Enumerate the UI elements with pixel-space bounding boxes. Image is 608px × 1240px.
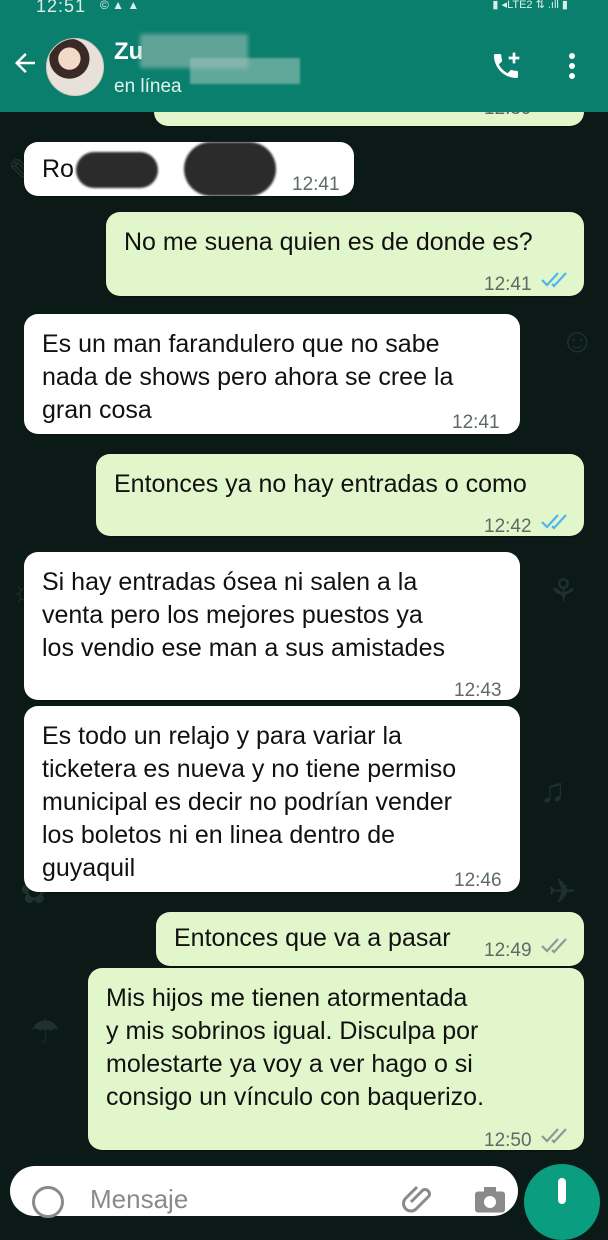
- status-time: 12:51: [36, 0, 87, 16]
- message-time: 12:46: [454, 870, 502, 891]
- message-bubble-incoming[interactable]: Si hay entradas ósea ni salen a la venta…: [24, 552, 520, 701]
- message-bubble-outgoing[interactable]: Mis hijos me tienen atormentada y mis so…: [88, 968, 584, 1151]
- message-time: 12:41: [452, 412, 500, 433]
- paperclip-icon[interactable]: [402, 1184, 438, 1214]
- message-bubble-incoming[interactable]: Ro Ba 12:41: [24, 142, 354, 196]
- chat-area[interactable]: ✎ ☺ ☼ ⚘ ✿ ♫ ☂ ✈ 12:39 Ro Ba 12:41 No me …: [0, 112, 608, 1162]
- message-text: Es un man farandulero que no sabe nada d…: [42, 330, 454, 424]
- message-composer: Mensaje: [0, 1162, 608, 1240]
- redacted-text-block: [184, 142, 276, 196]
- contact-status: en línea: [114, 76, 182, 97]
- message-bubble-outgoing[interactable]: No me suena quien es de donde es? 12:41: [106, 212, 584, 296]
- message-bubble-outgoing[interactable]: 12:39: [154, 112, 584, 126]
- message-bubble-incoming[interactable]: Es todo un relajo y para variar la ticke…: [24, 706, 520, 892]
- arrow-left-icon[interactable]: [10, 48, 40, 78]
- message-time: 12:43: [454, 680, 502, 701]
- message-text: Entonces ya no hay entradas o como: [114, 470, 527, 498]
- avatar[interactable]: [46, 38, 104, 96]
- wallpaper-doodle: ☺: [560, 322, 595, 360]
- message-text: No me suena quien es de donde es?: [124, 228, 533, 256]
- status-bar: 12:51 © ▲ ▲ ▮ ◂LTE2 ⇅ .ıll ▮: [0, 0, 608, 20]
- wallpaper-doodle: ✈: [548, 873, 577, 911]
- read-ticks-icon: [541, 514, 567, 530]
- contact-name[interactable]: Zu: [114, 38, 143, 66]
- camera-icon[interactable]: [472, 1184, 508, 1214]
- message-bubble-outgoing[interactable]: Entonces ya no hay entradas o como 12:42: [96, 454, 584, 537]
- emoji-icon[interactable]: [32, 1186, 64, 1218]
- delivered-ticks-icon: [541, 1128, 567, 1144]
- message-time: 12:41: [484, 274, 532, 295]
- wallpaper-doodle: ⚘: [548, 573, 579, 611]
- delivered-ticks-icon: [541, 938, 567, 954]
- wallpaper-doodle: ☂: [30, 1013, 61, 1051]
- mic-button[interactable]: [524, 1164, 600, 1240]
- message-text: Mis hijos me tienen atormentada y mis so…: [106, 984, 485, 1111]
- redacted-text-block: [76, 152, 158, 188]
- notification-icons: © ▲ ▲: [100, 0, 140, 12]
- message-time: 12:49: [484, 940, 532, 961]
- chat-header: Zu en línea: [0, 20, 608, 112]
- message-bubble-outgoing[interactable]: Entonces que va a pasar 12:49: [156, 912, 584, 966]
- message-text: Es todo un relajo y para variar la ticke…: [42, 722, 457, 882]
- message-time: 12:42: [484, 516, 532, 537]
- read-ticks-icon: [541, 272, 567, 288]
- add-call-icon[interactable]: [490, 50, 522, 82]
- signal-icons: ▮ ◂LTE2 ⇅ .ıll ▮: [492, 0, 568, 11]
- redacted-name-block: [190, 58, 300, 84]
- message-text: Entonces que va a pasar: [174, 924, 451, 952]
- more-vert-icon[interactable]: [560, 48, 584, 84]
- mic-icon: [558, 1178, 566, 1204]
- wallpaper-doodle: ♫: [540, 772, 566, 810]
- message-bubble-incoming[interactable]: Es un man farandulero que no sabe nada d…: [24, 314, 520, 434]
- message-input[interactable]: Mensaje: [10, 1166, 518, 1218]
- message-time: 12:41: [292, 174, 340, 195]
- message-time: 12:50: [484, 1130, 532, 1151]
- message-text: Si hay entradas ósea ni salen a la venta…: [42, 568, 445, 662]
- message-time: 12:39: [484, 112, 532, 125]
